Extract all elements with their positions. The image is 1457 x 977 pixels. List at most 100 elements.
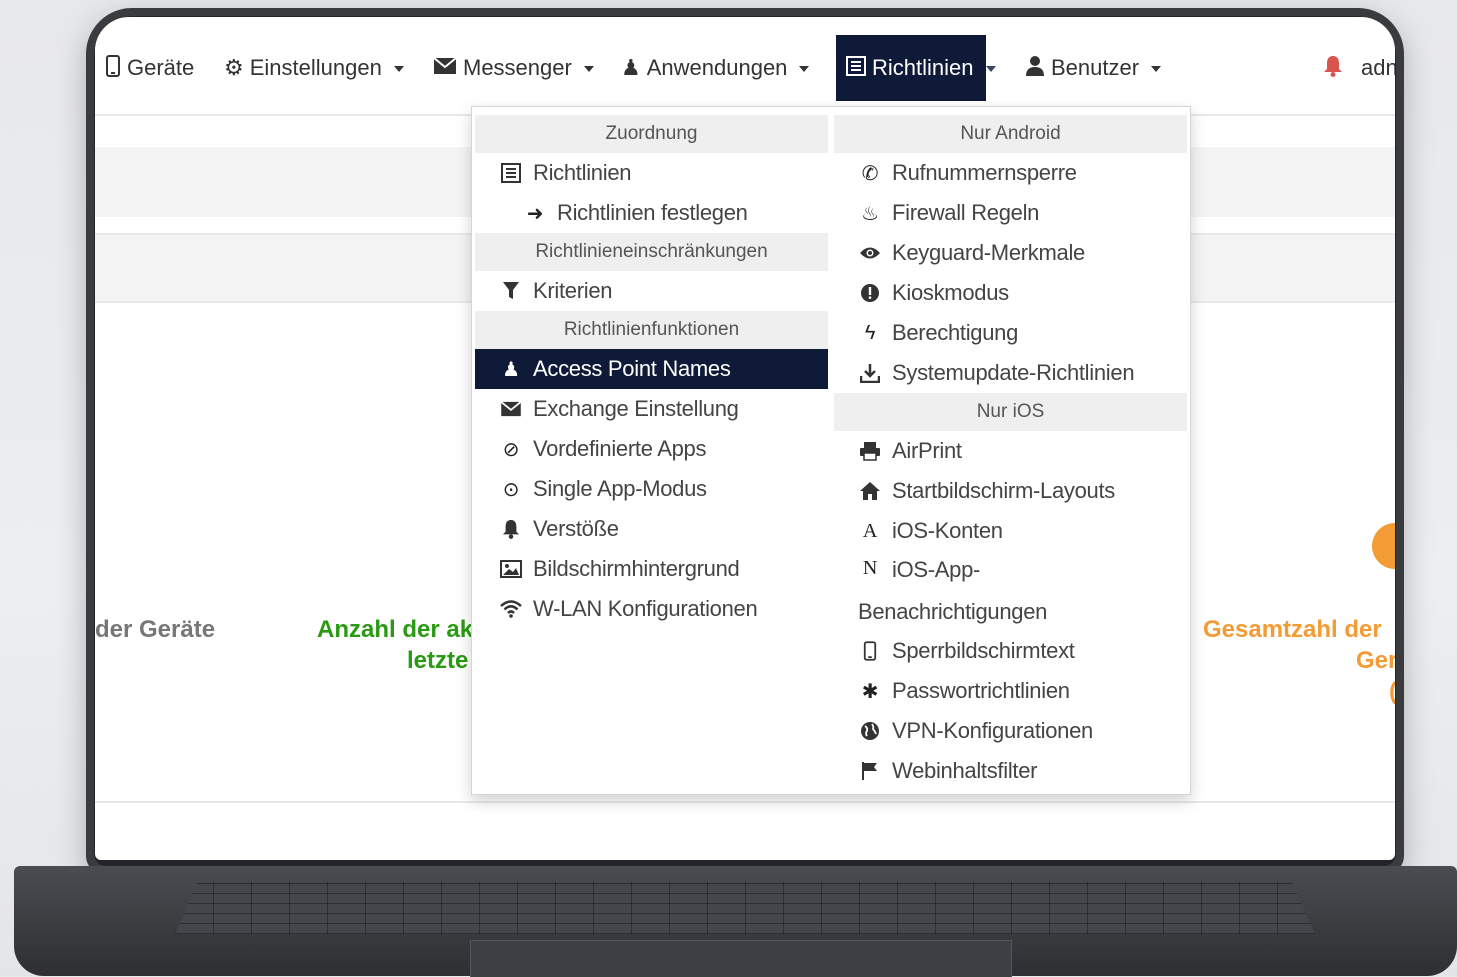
eye-icon (858, 246, 882, 260)
menu-item-passwortrichtlinien[interactable]: ✱ Passwortrichtlinien (834, 671, 1187, 711)
menu-item-keyguard[interactable]: Keyguard-Merkmale (834, 233, 1187, 273)
nav-anwendungen-label: Anwendungen (646, 55, 788, 80)
download-icon (858, 363, 882, 383)
asterisk-icon: ✱ (861, 680, 879, 703)
list-icon (499, 163, 523, 183)
phone-handset-icon: ✆ (861, 162, 879, 185)
laptop-trackpad (470, 940, 1012, 977)
dropdown-header: Richtlinienfunktionen (475, 311, 828, 349)
menu-item-systemupdate[interactable]: Systemupdate-Richtlinien (834, 353, 1187, 393)
menu-item-label: iOS-App- (892, 557, 981, 582)
phone-icon (105, 55, 121, 81)
menu-item-richtlinien-festlegen[interactable]: ➜ Richtlinien festlegen (475, 193, 828, 233)
richtlinien-dropdown-menu: Zuordnung Richtlinien ➜ Richtlinien fest… (471, 106, 1191, 795)
menu-item-startbildschirm[interactable]: Startbildschirm-Layouts (834, 471, 1187, 511)
nav-messenger[interactable]: Messenger (433, 35, 594, 101)
user-menu-label: adn (1361, 55, 1395, 80)
phone-icon (858, 641, 882, 661)
stat-total-line1: Gesamtzahl der (1203, 616, 1382, 643)
menu-item-label: Exchange Einstellung (533, 396, 739, 421)
list-icon (846, 56, 866, 80)
chevron-down-icon (799, 66, 810, 72)
menu-item-label: Berechtigung (892, 320, 1019, 345)
menu-item-single-app[interactable]: ⊙ Single App-Modus (475, 469, 828, 509)
menu-item-label: Single App-Modus (533, 476, 707, 501)
nav-einstellungen-label: Einstellungen (249, 55, 382, 80)
laptop-keyboard (175, 882, 1315, 934)
menu-item-label: W-LAN Konfigurationen (533, 596, 758, 621)
dropdown-header: Richtlinieneinschränkungen (475, 233, 828, 271)
stat-label-active: Anzahl der ak letzte (317, 614, 477, 676)
menu-item-vordefinierte-apps[interactable]: ⊘ Vordefinierte Apps (475, 429, 828, 469)
chevron-down-icon (583, 66, 594, 72)
stat-label-devices: der Geräte (95, 616, 216, 643)
wifi-icon (499, 600, 523, 618)
menu-item-label: Richtlinien festlegen (557, 200, 748, 225)
menu-item-line: N iOS-App- (858, 557, 1187, 583)
menu-item-label: Startbildschirm-Layouts (892, 478, 1115, 503)
top-navbar: Geräte ⚙ Einstellungen Messenger ♟ Anwen… (95, 35, 1395, 101)
nav-geraete-label: Geräte (127, 55, 195, 80)
nav-anwendungen[interactable]: ♟ Anwendungen (621, 35, 810, 101)
menu-item-kioskmodus[interactable]: Kioskmodus (834, 273, 1187, 313)
user-icon (1025, 55, 1045, 81)
dropdown-left-column: Zuordnung Richtlinien ➜ Richtlinien fest… (475, 115, 828, 629)
stat-label-total: Gesamtzahl der Ger ( (1203, 614, 1395, 707)
menu-item-webinhaltsfilter[interactable]: Webinhaltsfilter (834, 751, 1187, 791)
menu-item-kriterien[interactable]: Kriterien (475, 271, 828, 311)
menu-item-airprint[interactable]: AirPrint (834, 431, 1187, 471)
app-screen: Geräte ⚙ Einstellungen Messenger ♟ Anwen… (95, 17, 1395, 860)
menu-item-label: AirPrint (892, 438, 962, 463)
nav-benutzer[interactable]: Benutzer (1025, 35, 1162, 101)
dropdown-header: Nur iOS (834, 393, 1187, 431)
stat-total-line2: Ger (1356, 647, 1395, 674)
nav-einstellungen[interactable]: ⚙ Einstellungen (224, 35, 404, 101)
menu-item-label: Webinhaltsfilter (892, 758, 1038, 783)
menu-item-verstoesse[interactable]: Verstöße (475, 509, 828, 549)
divider (95, 801, 1395, 803)
flash-icon: ϟ (864, 321, 876, 344)
globe-icon (858, 721, 882, 741)
nav-geraete[interactable]: Geräte (105, 35, 194, 101)
menu-item-firewall[interactable]: ♨ Firewall Regeln (834, 193, 1187, 233)
print-icon (858, 441, 882, 461)
menu-item-bildschirmhintergrund[interactable]: Bildschirmhintergrund (475, 549, 828, 589)
notifications-button[interactable] (1323, 35, 1343, 101)
stat-total-line3: ( (1203, 676, 1395, 707)
menu-item-sperrbildschirmtext[interactable]: Sperrbildschirmtext (834, 631, 1187, 671)
menu-item-rufnummernsperre[interactable]: ✆ Rufnummernsperre (834, 153, 1187, 193)
menu-item-exchange[interactable]: Exchange Einstellung (475, 389, 828, 429)
exclamation-circle-icon (858, 283, 882, 303)
nav-richtlinien[interactable]: Richtlinien (836, 35, 996, 101)
menu-item-label: Keyguard-Merkmale (892, 240, 1085, 265)
menu-item-label: Systemupdate-Richtlinien (892, 360, 1135, 385)
share-arrow-icon: ➜ (526, 202, 544, 225)
envelope-icon (499, 401, 523, 417)
menu-item-vpn[interactable]: VPN-Konfigurationen (834, 711, 1187, 751)
flag-icon (858, 761, 882, 781)
menu-item-label: Verstöße (533, 516, 619, 541)
menu-item-wlan[interactable]: W-LAN Konfigurationen (475, 589, 828, 629)
bell-icon (499, 519, 523, 539)
picture-icon (499, 560, 523, 578)
dropdown-right-column: Nur Android ✆ Rufnummernsperre ♨ Firewal… (834, 115, 1187, 791)
menu-item-access-point-names[interactable]: ♟ Access Point Names (475, 349, 828, 389)
gear-icon: ⚙ (224, 55, 244, 80)
nav-benutzer-label: Benutzer (1051, 55, 1140, 80)
chess-pawn-icon: ♟ (621, 55, 641, 80)
font-a-icon: A (862, 519, 878, 542)
user-menu[interactable]: adn (1361, 35, 1395, 101)
menu-item-label: Rufnummernsperre (892, 160, 1077, 185)
ban-icon: ⊘ (502, 438, 520, 461)
menu-item-ios-app-benachrichtigungen[interactable]: N iOS-App- Benachrichtigungen (834, 551, 1187, 631)
menu-item-richtlinien[interactable]: Richtlinien (475, 153, 828, 193)
menu-item-label: Benachrichtigungen (858, 599, 1048, 624)
chevron-down-icon (1151, 66, 1162, 72)
menu-item-ios-konten[interactable]: A iOS-Konten (834, 511, 1187, 551)
bell-icon (1323, 55, 1343, 81)
nav-messenger-label: Messenger (463, 55, 572, 80)
menu-item-label: Access Point Names (533, 356, 731, 381)
nav-richtlinien-label: Richtlinien (872, 55, 974, 80)
menu-item-berechtigung[interactable]: ϟ Berechtigung (834, 313, 1187, 353)
chevron-down-icon (985, 66, 996, 72)
